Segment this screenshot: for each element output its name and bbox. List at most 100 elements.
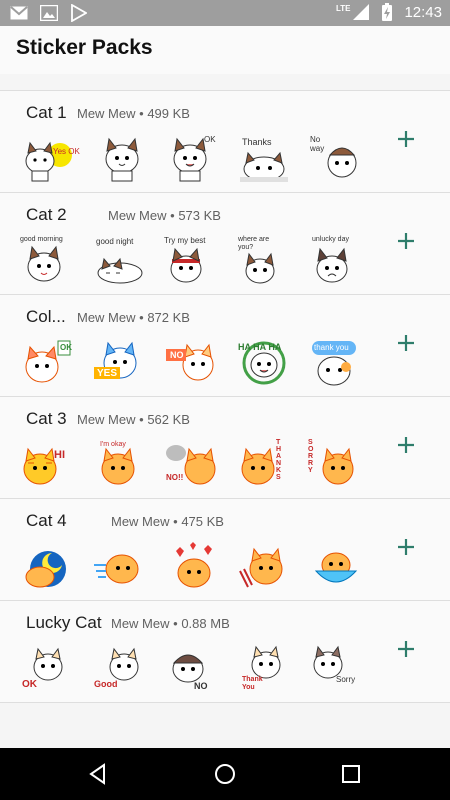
back-triangle-icon[interactable] bbox=[86, 762, 110, 786]
pack-meta: Mew Mew • 0.88 MB bbox=[111, 616, 230, 631]
sticker-caption: THANKS bbox=[276, 439, 282, 481]
sticker-previews bbox=[20, 541, 366, 591]
sticker-previews: HI I'm okay NO!! THANKS SORRY bbox=[20, 439, 366, 489]
sticker-preview bbox=[164, 541, 222, 591]
meta-separator: • bbox=[139, 106, 144, 121]
recents-square-icon[interactable] bbox=[339, 762, 363, 786]
add-pack-plus-icon[interactable] bbox=[394, 127, 418, 151]
sticker-pack-item[interactable]: Lucky Cat Mew Mew • 0.88 MB OK Good NO T… bbox=[0, 601, 450, 703]
sticker-preview: thank you bbox=[308, 337, 366, 387]
pack-size: 475 KB bbox=[181, 514, 224, 529]
pack-name: Col... bbox=[26, 307, 66, 326]
sticker-caption: unlucky day bbox=[312, 236, 349, 243]
sticker-preview: OK bbox=[20, 643, 78, 693]
sticker-pack-item[interactable]: Cat 1 Mew Mew • 499 KB Yes OK OK Thanks bbox=[0, 91, 450, 193]
pack-size: 573 KB bbox=[178, 208, 221, 223]
pack-name: Cat 3 bbox=[26, 409, 67, 428]
navigation-bar bbox=[0, 748, 450, 800]
sticker-preview: Yes OK bbox=[20, 133, 80, 183]
sticker-pack-list: Cat 1 Mew Mew • 499 KB Yes OK OK Thanks bbox=[0, 90, 450, 703]
app-bar: Sticker Packs bbox=[0, 26, 450, 74]
pack-name: Lucky Cat bbox=[26, 613, 102, 632]
pack-size: 872 KB bbox=[147, 310, 190, 325]
pack-publisher: Mew Mew bbox=[111, 514, 170, 529]
sticker-preview: unlucky day bbox=[308, 235, 366, 285]
page-title: Sticker Packs bbox=[16, 36, 153, 59]
sticker-preview: I'm okay bbox=[92, 439, 150, 489]
pack-name: Cat 1 bbox=[26, 103, 67, 122]
sticker-preview: Thanks bbox=[236, 133, 294, 183]
sticker-caption: I'm okay bbox=[100, 441, 126, 448]
sticker-preview: THANKS bbox=[236, 439, 294, 489]
sticker-caption: good night bbox=[96, 237, 134, 246]
pack-publisher: Mew Mew bbox=[77, 310, 136, 325]
pack-meta: Mew Mew • 475 KB bbox=[111, 514, 224, 529]
meta-separator: • bbox=[173, 514, 178, 529]
sticker-preview: good morning bbox=[20, 235, 78, 285]
pack-publisher: Mew Mew bbox=[111, 616, 170, 631]
sticker-caption: HA HA HA bbox=[238, 342, 282, 352]
sticker-pack-item[interactable]: Cat 4 Mew Mew • 475 KB bbox=[0, 499, 450, 601]
sticker-caption: NO!! bbox=[166, 473, 184, 482]
sticker-preview: No way bbox=[308, 133, 366, 183]
play-store-icon bbox=[70, 4, 88, 22]
sticker-preview: HA HA HA bbox=[236, 337, 294, 387]
sticker-previews: OK YES NO HA HA HA thank you bbox=[20, 337, 366, 387]
pack-publisher: Mew Mew bbox=[108, 208, 167, 223]
network-type: LTE bbox=[335, 4, 351, 13]
sticker-preview: HI bbox=[20, 439, 78, 489]
sticker-caption: Try my best bbox=[164, 236, 206, 245]
pack-meta: Mew Mew • 562 KB bbox=[77, 412, 190, 427]
sticker-preview: Thank You bbox=[236, 643, 294, 693]
sticker-caption: Thank You bbox=[242, 676, 263, 691]
sticker-caption: Thanks bbox=[242, 137, 272, 147]
sticker-preview bbox=[20, 541, 78, 591]
sticker-pack-item[interactable]: Cat 3 Mew Mew • 562 KB HI I'm okay NO!! … bbox=[0, 397, 450, 499]
sticker-pack-item[interactable]: Col... Mew Mew • 872 KB OK YES NO HA HA … bbox=[0, 295, 450, 397]
sticker-caption: thank you bbox=[314, 343, 349, 352]
clock: 12:43 bbox=[404, 3, 442, 21]
sticker-caption: OK bbox=[22, 679, 37, 690]
sticker-caption: Sorry bbox=[336, 675, 356, 684]
sticker-preview: NO bbox=[164, 337, 222, 387]
pack-meta: Mew Mew • 573 KB bbox=[108, 208, 221, 223]
meta-separator: • bbox=[173, 616, 178, 631]
sticker-preview: OK bbox=[20, 337, 78, 387]
add-pack-plus-icon[interactable] bbox=[394, 535, 418, 559]
pack-name: Cat 4 bbox=[26, 511, 67, 530]
sticker-preview bbox=[92, 541, 150, 591]
status-bar: LTE 12:43 bbox=[0, 0, 450, 26]
sticker-preview: OK bbox=[164, 133, 222, 183]
home-circle-icon[interactable] bbox=[213, 762, 237, 786]
sticker-pack-item[interactable]: Cat 2 Mew Mew • 573 KB good morning good… bbox=[0, 193, 450, 295]
sticker-caption: YES bbox=[97, 368, 118, 379]
sticker-caption: NO bbox=[170, 350, 184, 360]
sticker-previews: good morning good night Try my best wher… bbox=[20, 235, 366, 285]
pack-publisher: Mew Mew bbox=[77, 412, 136, 427]
sticker-caption: where are you? bbox=[238, 236, 270, 251]
sticker-preview bbox=[92, 133, 150, 183]
pack-name: Cat 2 bbox=[26, 205, 67, 224]
sticker-caption: good morning bbox=[20, 236, 63, 243]
sticker-caption: SORRY bbox=[308, 439, 314, 474]
gmail-icon bbox=[10, 4, 28, 22]
sticker-caption: OK bbox=[60, 343, 72, 352]
sticker-preview: Try my best bbox=[164, 235, 222, 285]
add-pack-plus-icon[interactable] bbox=[394, 433, 418, 457]
image-icon bbox=[40, 4, 58, 22]
sticker-caption: No way bbox=[310, 135, 325, 153]
pack-meta: Mew Mew • 499 KB bbox=[77, 106, 190, 121]
pack-size: 562 KB bbox=[147, 412, 190, 427]
meta-separator: • bbox=[139, 310, 144, 325]
pack-size: 499 KB bbox=[147, 106, 190, 121]
add-pack-plus-icon[interactable] bbox=[394, 637, 418, 661]
sticker-preview: Sorry bbox=[308, 643, 366, 693]
sticker-preview: NO bbox=[164, 643, 222, 693]
add-pack-plus-icon[interactable] bbox=[394, 229, 418, 253]
add-pack-plus-icon[interactable] bbox=[394, 331, 418, 355]
battery-charging-icon bbox=[378, 3, 396, 21]
meta-separator: • bbox=[139, 412, 144, 427]
sticker-preview: where are you? bbox=[236, 235, 294, 285]
sticker-preview: Good bbox=[92, 643, 150, 693]
system-icons: LTE 12:43 bbox=[336, 3, 442, 21]
